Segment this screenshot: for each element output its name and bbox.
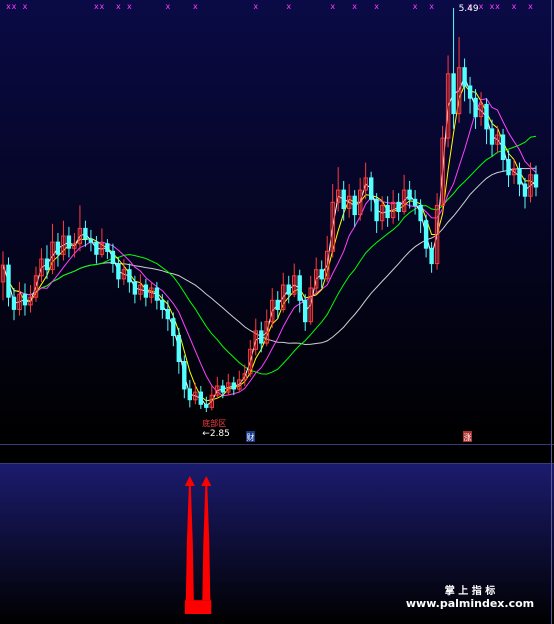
top-marker-5: x xyxy=(116,2,121,11)
candle-body xyxy=(385,204,390,219)
candle-body xyxy=(88,238,94,243)
candle-body xyxy=(110,250,116,265)
candle-body xyxy=(489,128,495,145)
chart-stage: xxxxxxxxxxxxxxxxxxxxxx 5.49 底部区 ←2.85 财 … xyxy=(0,0,554,624)
candle-body xyxy=(484,103,489,130)
low-price-label: ←2.85 xyxy=(202,429,230,439)
candle-body xyxy=(451,73,456,115)
panel-gap xyxy=(0,444,554,464)
top-marker-19: x xyxy=(495,2,500,11)
candle-body xyxy=(500,134,506,160)
top-marker-12: x xyxy=(352,2,357,11)
candle-body xyxy=(6,264,11,298)
candle-body xyxy=(83,227,88,240)
stock-chart: xxxxxxxxxxxxxxxxxxxxxx 5.49 底部区 ←2.85 财 … xyxy=(0,0,554,624)
candle-body xyxy=(220,385,226,393)
candle-body xyxy=(116,263,121,280)
candle-body xyxy=(66,235,72,249)
candle-body xyxy=(182,361,187,390)
candle-body xyxy=(154,287,160,301)
candle-body xyxy=(22,293,28,306)
candle-body xyxy=(303,299,308,323)
candle-body xyxy=(198,391,204,405)
top-marker-4: x xyxy=(100,2,105,11)
candle-body xyxy=(352,195,357,216)
candle-body xyxy=(369,177,374,200)
top-marker-6: x xyxy=(127,2,132,11)
top-marker-7: x xyxy=(165,2,170,11)
candle-body xyxy=(231,382,237,390)
candle-body xyxy=(259,330,264,344)
candle-body xyxy=(127,269,132,283)
candle-body xyxy=(187,388,193,401)
candle-body xyxy=(319,269,324,280)
candle-body xyxy=(462,67,467,87)
candle-body xyxy=(143,284,149,298)
candle-body xyxy=(506,159,511,176)
candle-body xyxy=(423,220,429,249)
top-marker-20: x xyxy=(512,2,517,11)
watermark-title: 掌 上 指 标 xyxy=(445,584,495,597)
candle-body xyxy=(94,241,99,255)
candle-body xyxy=(517,168,522,185)
candle-body xyxy=(533,174,539,188)
watermark-url: www.palmindex.com xyxy=(406,597,534,610)
top-marker-8: x xyxy=(193,2,198,11)
candle-body xyxy=(412,198,418,206)
top-marker-21: x xyxy=(528,2,533,11)
candle-body xyxy=(165,309,171,320)
top-marker-17: x xyxy=(479,2,484,11)
top-marker-2: x xyxy=(23,2,28,11)
candle-body xyxy=(176,335,182,362)
candle-body xyxy=(275,299,280,310)
candle-body xyxy=(429,247,434,265)
top-marker-18: x xyxy=(490,2,495,11)
candle-body xyxy=(204,403,209,408)
candle-body xyxy=(418,204,423,222)
candle-body xyxy=(11,296,17,310)
badge-right-text: 涨 xyxy=(464,432,472,442)
high-price-label: 5.49 xyxy=(459,4,479,14)
candle-body xyxy=(171,318,176,337)
candle-body xyxy=(44,258,50,271)
candle-body xyxy=(55,241,61,255)
candle-body xyxy=(473,97,478,118)
price-panel-background xyxy=(0,0,554,444)
top-marker-9: x xyxy=(253,2,258,11)
candle-body xyxy=(467,85,473,99)
top-marker-1: x xyxy=(12,2,17,11)
candle-body xyxy=(297,275,302,301)
top-marker-13: x xyxy=(374,2,379,11)
candle-body xyxy=(522,183,528,197)
candle-body xyxy=(105,243,110,252)
top-marker-14: x xyxy=(413,2,418,11)
badge-left-text: 财 xyxy=(247,432,255,442)
candle-body xyxy=(374,198,379,222)
candle-body xyxy=(132,281,138,295)
candle-body xyxy=(407,189,412,200)
candle-body xyxy=(286,284,291,295)
bottom-zone-label: 底部区 xyxy=(202,418,226,428)
top-marker-11: x xyxy=(330,2,335,11)
top-marker-10: x xyxy=(286,2,291,11)
top-marker-3: x xyxy=(94,2,99,11)
candle-body xyxy=(160,299,165,310)
candle-body xyxy=(396,201,401,213)
candle-body xyxy=(341,189,346,210)
top-marker-15: x xyxy=(429,2,434,11)
top-marker-0: x xyxy=(6,2,11,11)
signal-base-block xyxy=(184,600,212,614)
